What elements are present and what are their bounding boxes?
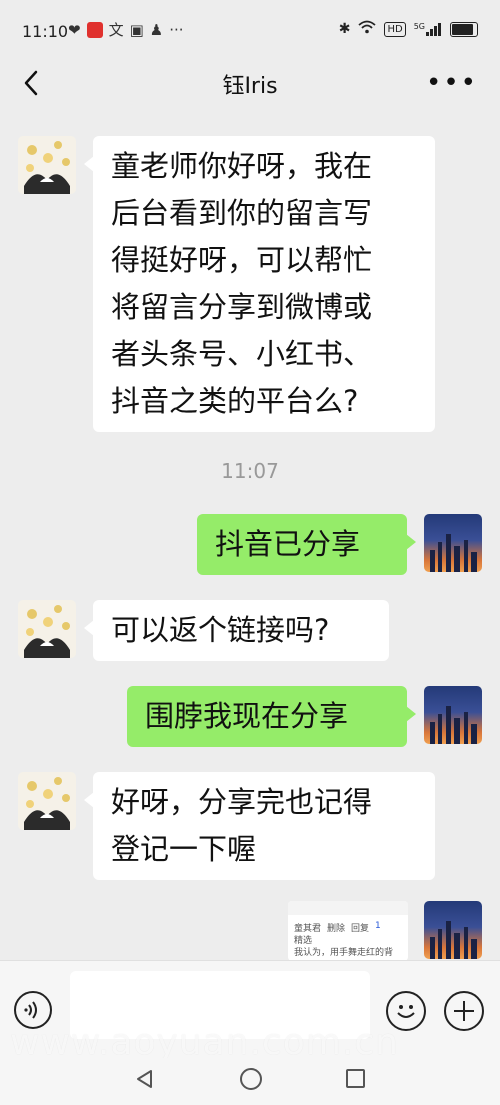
- system-navigation-bar: [0, 1058, 500, 1105]
- chat-header: 钰Iris •••: [0, 62, 500, 104]
- status-bar: 11:10 ❤ 文 ▣ ♟ ··· ✱ HD 5G: [0, 0, 500, 62]
- message-line: 好呀，分享完也记得: [111, 785, 373, 819]
- message-line: 将留言分享到微博或: [111, 290, 373, 324]
- status-left-icons: ❤ 文 ▣ ♟ ···: [68, 20, 184, 40]
- message-line: 后台看到你的留言写: [111, 196, 373, 230]
- my-avatar[interactable]: [424, 686, 482, 744]
- my-avatar[interactable]: [424, 514, 482, 572]
- message-line: 抖音之类的平台么?: [111, 384, 359, 418]
- contact-avatar[interactable]: [18, 600, 76, 658]
- red-app-icon: [86, 22, 103, 38]
- bell-icon: ♟: [149, 21, 164, 39]
- message-line: 得挺好呀，可以帮忙: [111, 243, 373, 277]
- more-dots-icon: ···: [169, 21, 184, 39]
- my-avatar[interactable]: [424, 901, 482, 959]
- home-circle-icon[interactable]: [240, 1068, 262, 1090]
- like-count: 1: [375, 921, 381, 931]
- status-time: 11:10: [22, 22, 69, 41]
- shared-screenshot-image[interactable]: 童其君 删除 回复 1 精选 我认为，用手舞走红的背: [288, 901, 408, 960]
- message-bubble-received[interactable]: 童老师你好呀，我在 后台看到你的留言写 得挺好呀，可以帮忙 将留言分享到微博或 …: [84, 136, 435, 432]
- message-bubble-received[interactable]: 可以返个链接吗?: [84, 600, 389, 661]
- status-right-icons: ✱ HD 5G: [339, 20, 478, 38]
- calendar-icon: ▣: [129, 21, 144, 39]
- more-horizontal-icon[interactable]: •••: [426, 68, 478, 98]
- delete-action: 删除: [327, 924, 346, 934]
- contact-avatar[interactable]: [18, 772, 76, 830]
- message-line: 登记一下喔: [111, 832, 257, 866]
- translate-icon: 文: [108, 21, 124, 39]
- network-label: 5G: [413, 22, 425, 31]
- timestamp: 11:07: [221, 459, 279, 483]
- wifi-icon: [358, 20, 377, 38]
- contact-avatar[interactable]: [18, 136, 76, 194]
- comment-snippet: 我认为，用手舞走红的背: [294, 948, 394, 958]
- watermark: www.aoyuan.com.cn: [10, 1022, 399, 1063]
- heart-icon: ❤: [68, 21, 81, 39]
- back-triangle-icon[interactable]: [134, 1068, 156, 1090]
- message-bubble-sent[interactable]: 围脖我现在分享: [127, 686, 416, 747]
- bluetooth-icon: ✱: [338, 21, 351, 37]
- message-line: 者头条号、小红书、: [111, 337, 373, 371]
- message-bubble-sent[interactable]: 抖音已分享: [197, 514, 416, 575]
- message-bubble-received[interactable]: 好呀，分享完也记得 登记一下喔: [84, 772, 435, 880]
- plus-circle-icon[interactable]: [444, 991, 484, 1031]
- message-line: 童老师你好呀，我在: [111, 149, 373, 183]
- chat-list[interactable]: 童老师你好呀，我在 后台看到你的留言写 得挺好呀，可以帮忙 将留言分享到微博或 …: [0, 104, 500, 960]
- hd-badge: HD: [384, 21, 406, 37]
- 5g-signal-icon: 5G: [414, 22, 442, 36]
- reply-action: 回复: [351, 924, 370, 934]
- recent-square-icon[interactable]: [346, 1069, 365, 1088]
- battery-icon: [450, 21, 478, 37]
